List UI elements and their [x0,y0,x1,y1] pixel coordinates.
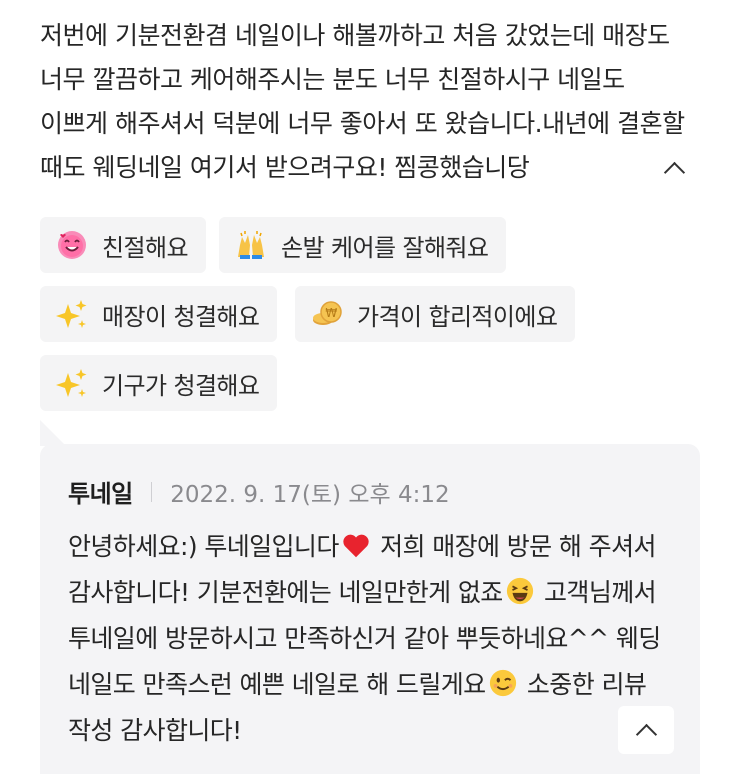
review-text: 저번에 기분전환겸 네일이나 해볼까하고 처음 갔었는데 매장도 너무 깔끔하고… [40,21,685,182]
laughing-face-icon [505,575,535,605]
keyword-label: 가격이 합리적이에요 [357,302,558,331]
owner-name: 투네일 [68,480,133,508]
smiling-heart-face-icon [56,229,88,261]
coin-icon: ₩ [311,298,343,330]
keyword-label: 기구가 청결해요 [102,371,260,400]
sparkles-icon [56,298,88,330]
chevron-up-icon [663,161,685,183]
reply-header: 투네일 2022. 9. 17(토) 오후 4:12 [68,474,450,509]
reply-text-part: 안녕하세요:) 투네일입니다 [68,532,339,561]
svg-text:₩: ₩ [325,306,337,320]
keyword-chip-clean-store: 매장이 청결해요 [40,286,278,342]
review-collapse-button[interactable] [650,150,698,186]
keyword-label: 친절해요 [102,233,189,262]
keyword-chip-care: 손발 케어를 잘해줘요 [219,217,507,273]
reply-text: 안녕하세요:) 투네일입니다 저희 매장에 방문 해 주셔서 감사합니다! 기분… [68,524,678,754]
reply-date: 2022. 9. 17(토) 오후 4:12 [170,481,450,508]
reply-collapse-button[interactable] [618,706,674,754]
keyword-chip-price: ₩ 가격이 합리적이에요 [295,286,576,342]
chevron-up-icon [635,723,657,745]
keyword-chip-kind: 친절해요 [40,217,206,273]
sparkles-icon [56,367,88,399]
red-heart-icon [341,529,371,559]
reply-notch [40,420,66,446]
owner-reply: 투네일 2022. 9. 17(토) 오후 4:12 안녕하세요:) 투네일입니… [40,444,700,774]
raising-hands-icon [235,229,267,261]
keyword-label: 손발 케어를 잘해줘요 [281,233,489,262]
keyword-chip-clean-tools: 기구가 청결해요 [40,355,278,411]
review-body: 저번에 기분전환겸 네일이나 해볼까하고 처음 갔었는데 매장도 너무 깔끔하고… [40,14,700,190]
winking-face-icon [488,667,518,697]
keyword-label: 매장이 청결해요 [102,302,260,331]
divider [150,481,153,502]
